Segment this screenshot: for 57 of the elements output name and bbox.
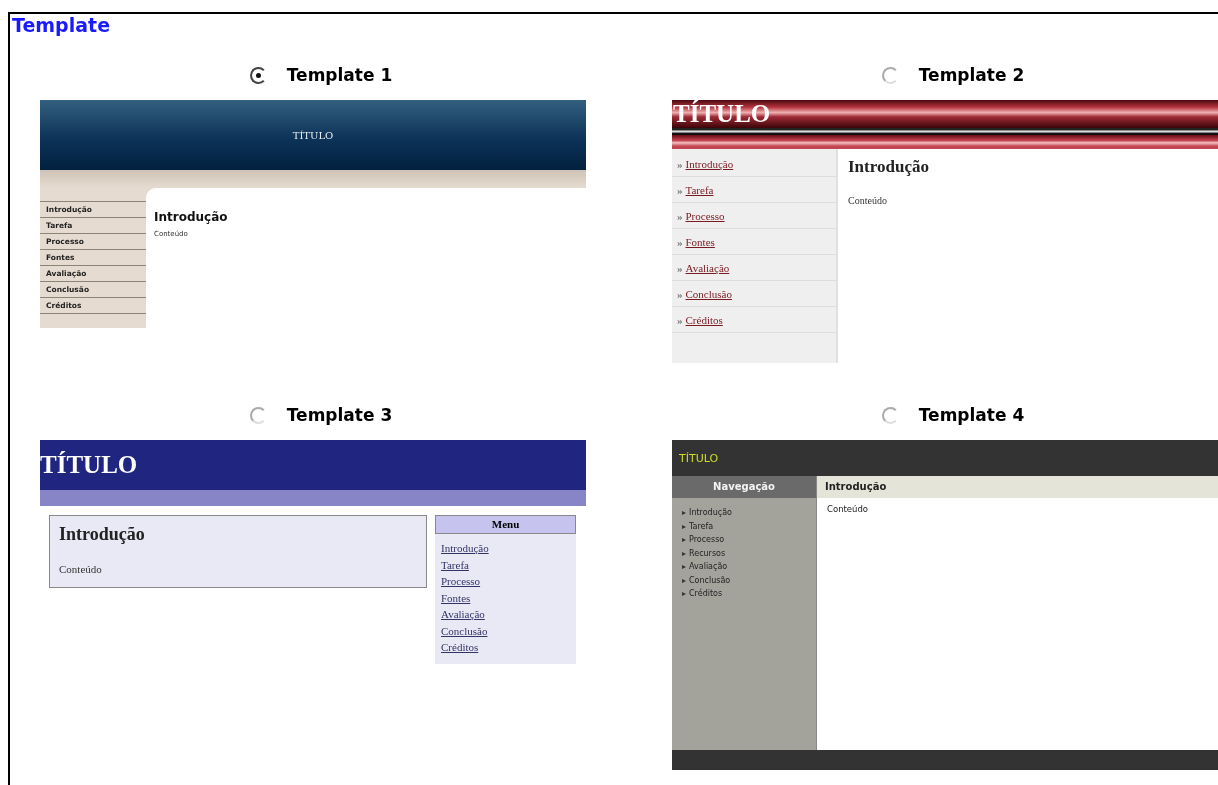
- nav-link[interactable]: Recursos: [689, 546, 726, 560]
- page-heading: Introdução: [154, 210, 228, 224]
- template-label: Template 4: [918, 405, 1025, 425]
- nav-link[interactable]: Tarefa: [441, 556, 469, 573]
- bullet: ▸: [682, 574, 686, 587]
- nav-link[interactable]: Processo: [685, 209, 725, 222]
- nav-link[interactable]: Processo: [689, 533, 725, 547]
- template-label: Template 3: [286, 405, 393, 425]
- bullet: ▸: [682, 520, 686, 533]
- bullet: ▸: [682, 588, 686, 600]
- radio-button[interactable]: [249, 406, 267, 424]
- nav-link[interactable]: Introdução: [689, 506, 732, 520]
- nav-link[interactable]: Conclusão: [685, 287, 732, 300]
- radio-button[interactable]: [881, 406, 899, 424]
- nav-link[interactable]: Avaliação: [689, 560, 728, 574]
- page-heading: Introdução: [848, 157, 929, 177]
- nav-link[interactable]: Avaliação: [685, 261, 730, 274]
- nav-link[interactable]: Introdução: [441, 540, 489, 557]
- nav-title: Navegação: [672, 476, 816, 498]
- bullet: »: [677, 261, 683, 274]
- content-text: Conteúdo: [59, 563, 102, 575]
- bullet: »: [677, 313, 683, 326]
- bullet: ▸: [682, 534, 686, 546]
- content-text: Conteúdo: [826, 503, 870, 516]
- nav-link[interactable]: Créditos: [441, 639, 479, 656]
- site-title: TÍTULO: [292, 129, 334, 141]
- nav-link[interactable]: Avaliação: [441, 606, 485, 623]
- site-title: TÍTULO: [40, 451, 138, 479]
- menu-title: Menu: [435, 515, 576, 534]
- page-title: Template: [11, 14, 111, 36]
- bullet: »: [677, 209, 683, 222]
- bullet: ▸: [682, 561, 686, 573]
- bullet: ▸: [682, 507, 686, 519]
- bullet: »: [677, 235, 683, 248]
- nav-link[interactable]: Tarefa: [689, 519, 714, 533]
- nav-link[interactable]: Fontes: [685, 235, 715, 248]
- nav-link[interactable]: Fontes: [441, 589, 471, 606]
- nav-link[interactable]: Créditos: [685, 313, 723, 326]
- template-label: Template 2: [918, 65, 1025, 85]
- site-title: TÍTULO: [673, 100, 771, 128]
- bullet: ▸: [682, 547, 686, 560]
- page-heading: Introdução: [59, 524, 145, 545]
- nav-link[interactable]: Introdução: [685, 157, 734, 170]
- nav-link[interactable]: Conclusão: [689, 573, 731, 587]
- bullet: »: [677, 183, 683, 196]
- nav-link[interactable]: Conclusão: [441, 622, 488, 639]
- nav-link[interactable]: Créditos: [689, 587, 723, 601]
- template-label: Template 1: [286, 65, 393, 85]
- content-text: Conteúdo: [848, 195, 887, 206]
- bullet: »: [677, 287, 683, 300]
- radio-button[interactable]: [881, 66, 899, 84]
- nav-link[interactable]: Tarefa: [685, 183, 714, 196]
- nav-link[interactable]: Processo: [441, 573, 481, 590]
- radio-button[interactable]: [249, 66, 267, 84]
- page-heading: Introdução: [817, 476, 1218, 498]
- bullet: »: [677, 157, 683, 170]
- site-title: TÍTULO: [679, 451, 719, 465]
